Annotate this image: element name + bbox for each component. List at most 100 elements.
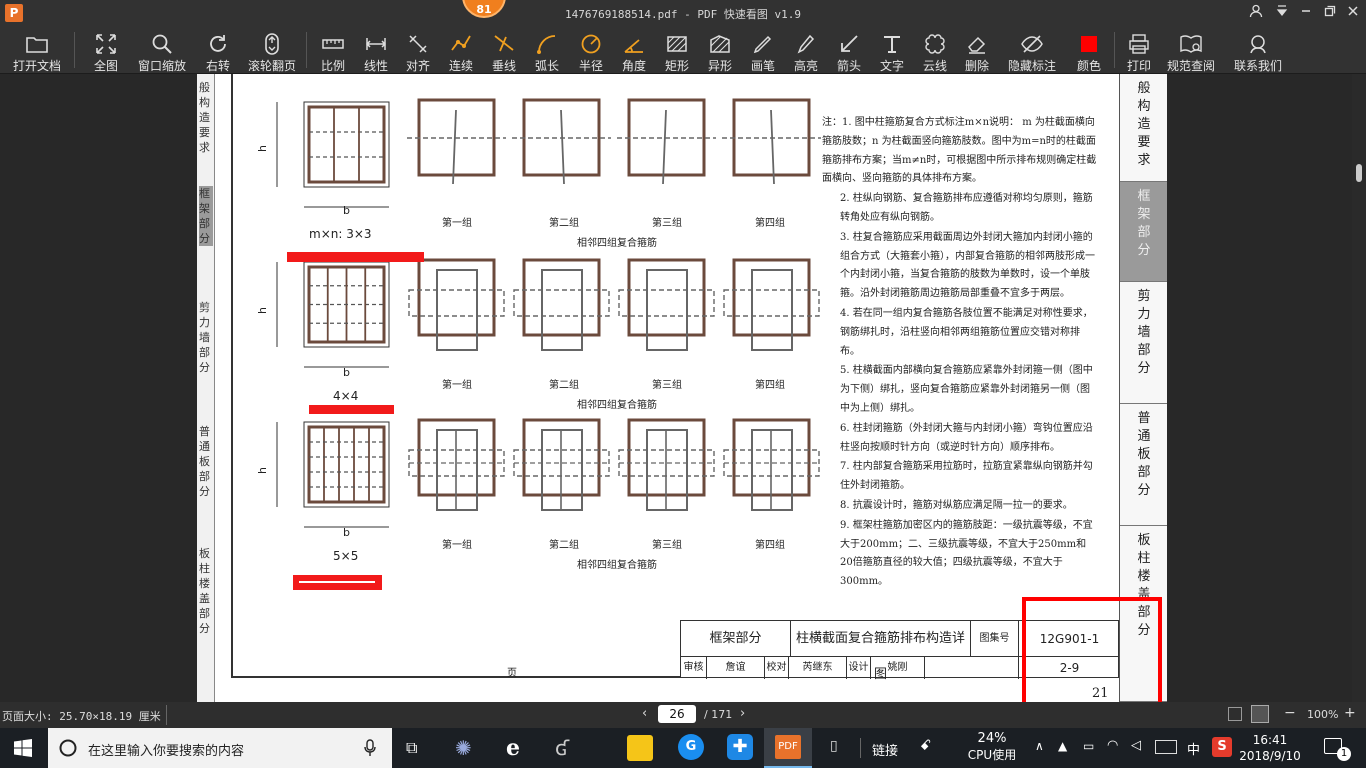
ruler-icon: [322, 39, 344, 49]
wifi-icon[interactable]: ◠: [1107, 738, 1118, 753]
toolbar-button-cloud[interactable]: 云线: [921, 28, 949, 73]
toolbar-button-eye-hide[interactable]: 隐藏标注: [1007, 28, 1057, 73]
dim-b-label: b: [343, 366, 350, 379]
toolbar-button-label: 右转: [205, 59, 230, 73]
title-block-section: 框架部分: [681, 621, 791, 657]
toolbar-button-label: 颜色: [1076, 59, 1101, 73]
toolbar-button-book[interactable]: 规范查阅: [1166, 28, 1216, 73]
single-page-view-icon[interactable]: [1251, 705, 1269, 723]
toolbar-button-label: 规范查阅: [1166, 59, 1215, 73]
note-paragraph: 5. 柱横截面内部横向复合箍筋应紧靠外封闭箍一侧（图中为下侧）绑扎，竖向复合箍筋…: [840, 365, 1093, 414]
dim-b-label: b: [343, 526, 350, 539]
battery-icon[interactable]: ▭: [1083, 739, 1094, 753]
toolbar-button-printer[interactable]: 打印: [1125, 28, 1153, 73]
menu-dropdown-icon[interactable]: [1272, 4, 1292, 22]
radius-icon: [581, 34, 601, 54]
notes-app-icon[interactable]: [627, 735, 653, 761]
right-index-tab[interactable]: 普通板部分: [1120, 404, 1167, 526]
status-bar: 页面大小: 25.70×18.19 厘米 ‹ 26 / 171 › − 100%…: [0, 702, 1366, 728]
zoom-out-button[interactable]: −: [1284, 705, 1296, 721]
toolbar-button-arc[interactable]: 弧长: [533, 28, 561, 73]
group-label: 第三组: [652, 380, 682, 391]
page-number-input[interactable]: 26: [658, 705, 696, 723]
next-page-button[interactable]: ›: [740, 706, 745, 721]
toolbar-button-label: 滚轮翻页: [247, 59, 296, 73]
toolbar-button-label: 云线: [922, 59, 947, 73]
taskbar-search-box[interactable]: 在这里输入你要搜索的内容: [48, 728, 392, 768]
windows-start-icon[interactable]: [14, 739, 32, 761]
highlighter-icon: [797, 34, 815, 54]
cpu-meter[interactable]: 24% CPU使用: [964, 731, 1020, 763]
left-index-tab[interactable]: 般构造要求: [199, 80, 213, 155]
toolbar-button-label: 弧长: [534, 59, 559, 73]
left-index-tab[interactable]: 剪力墙部分: [199, 300, 213, 375]
internet-explorer-icon[interactable]: e: [506, 735, 520, 761]
prev-page-button[interactable]: ‹: [642, 706, 647, 721]
scrollbar-thumb[interactable]: [1356, 164, 1362, 182]
red-annotation-box: [1022, 597, 1162, 711]
input-method-indicator[interactable]: 中: [1187, 739, 1200, 758]
toolbar-button-fit-page[interactable]: 全图: [92, 28, 120, 73]
two-page-view-icon[interactable]: [1228, 707, 1242, 721]
left-index-tab[interactable]: 普通板部分: [199, 424, 213, 499]
left-index-tab[interactable]: 框架部分: [199, 186, 213, 246]
clock[interactable]: 16:41 2018/9/10: [1238, 732, 1302, 764]
toolbar-button-ruler[interactable]: 比例: [319, 28, 347, 73]
swirl-app-icon[interactable]: ʛ: [555, 736, 569, 760]
vertical-scrollbar[interactable]: [1352, 74, 1366, 702]
link-toolbar-label[interactable]: 链接: [872, 740, 898, 759]
toolbar-button-text[interactable]: 文字: [878, 28, 906, 73]
sogou-ime-icon[interactable]: S: [1212, 737, 1232, 757]
plus-app-icon[interactable]: ✚: [727, 734, 753, 760]
toolbar-button-rotate[interactable]: 右转: [204, 28, 232, 73]
zoom-in-button[interactable]: +: [1344, 705, 1356, 721]
left-index-tab[interactable]: 板柱楼盖部分: [199, 546, 213, 636]
toolbar-button-perpendicular[interactable]: 垂线: [490, 28, 518, 73]
right-index-tab[interactable]: 剪力墙部分: [1120, 282, 1167, 404]
toolbar-button-mouse[interactable]: 滚轮翻页: [247, 28, 297, 73]
people-icon[interactable]: ꗃ: [920, 738, 931, 754]
toolbar-button-folder[interactable]: 打开文档: [12, 28, 62, 73]
toolbar-button-highlighter[interactable]: 高亮: [792, 28, 820, 73]
toolbar-button-magnifier[interactable]: 窗口缩放: [137, 28, 187, 73]
group-label: 第二组: [549, 540, 579, 551]
tray-bell-icon[interactable]: ▲: [1058, 739, 1067, 753]
minimize-button[interactable]: [1296, 4, 1316, 22]
toolbar-button-support[interactable]: 联系我们: [1233, 28, 1283, 73]
close-button[interactable]: [1343, 4, 1363, 22]
fit-page-icon: [96, 34, 116, 54]
toolbar-button-polygon-area[interactable]: 异形: [706, 28, 734, 73]
toolbar-button-aligned-dim[interactable]: 对齐: [404, 28, 432, 73]
volume-icon[interactable]: ◁: [1131, 738, 1141, 753]
toolbar-button-rectangle-area[interactable]: 矩形: [663, 28, 691, 73]
toolbar-button-angle[interactable]: 角度: [620, 28, 648, 73]
row-size-label: m×n: 3×3: [309, 227, 372, 241]
right-index-tab[interactable]: 框架部分: [1120, 182, 1167, 282]
toolbar-button-label: 异形: [707, 59, 732, 73]
toolbar-button-linear-dim[interactable]: 线性: [362, 28, 390, 73]
restore-button[interactable]: [1320, 4, 1340, 22]
arc-icon: [537, 35, 556, 54]
pdf-viewer-taskbar-item[interactable]: PDF: [764, 728, 812, 768]
note-paragraph: 8. 抗震设计时，箍筋对纵筋应满足隔一拉一的要求。: [840, 499, 1073, 511]
note-paragraph: 4. 若在同一组内复合箍筋各肢位置不能满足对称性要求，钢筋绑扎时，沿柱竖向相邻两…: [840, 307, 1093, 357]
toolbar-button-label: 高亮: [793, 59, 818, 73]
toolbar-button-arrow[interactable]: 箭头: [835, 28, 863, 73]
toolbar-separator: [74, 32, 75, 68]
keyboard-icon[interactable]: [1155, 740, 1177, 754]
cpu-percent: 24%: [977, 731, 1007, 746]
toolbar-button-continuous-dim[interactable]: 连续: [447, 28, 475, 73]
signature-cell: 詹谊: [707, 657, 765, 679]
browser-g-icon[interactable]: G: [678, 734, 704, 760]
toolbar-button-radius[interactable]: 半径: [577, 28, 605, 73]
tray-expand-icon[interactable]: ∧: [1035, 739, 1044, 753]
right-index-tab[interactable]: 般构造要求: [1120, 74, 1167, 182]
perpendicular-icon: [494, 35, 514, 52]
toolbar-button-color-swatch[interactable]: 颜色: [1075, 28, 1103, 73]
pinwheel-app-icon[interactable]: ✺: [455, 736, 472, 760]
task-view-icon[interactable]: ⧉: [406, 738, 417, 758]
toolbar-button-eraser[interactable]: 删除: [963, 28, 991, 73]
book-icon: [1180, 35, 1202, 53]
user-icon[interactable]: [1246, 4, 1266, 22]
toolbar-button-pen[interactable]: 画笔: [749, 28, 777, 73]
